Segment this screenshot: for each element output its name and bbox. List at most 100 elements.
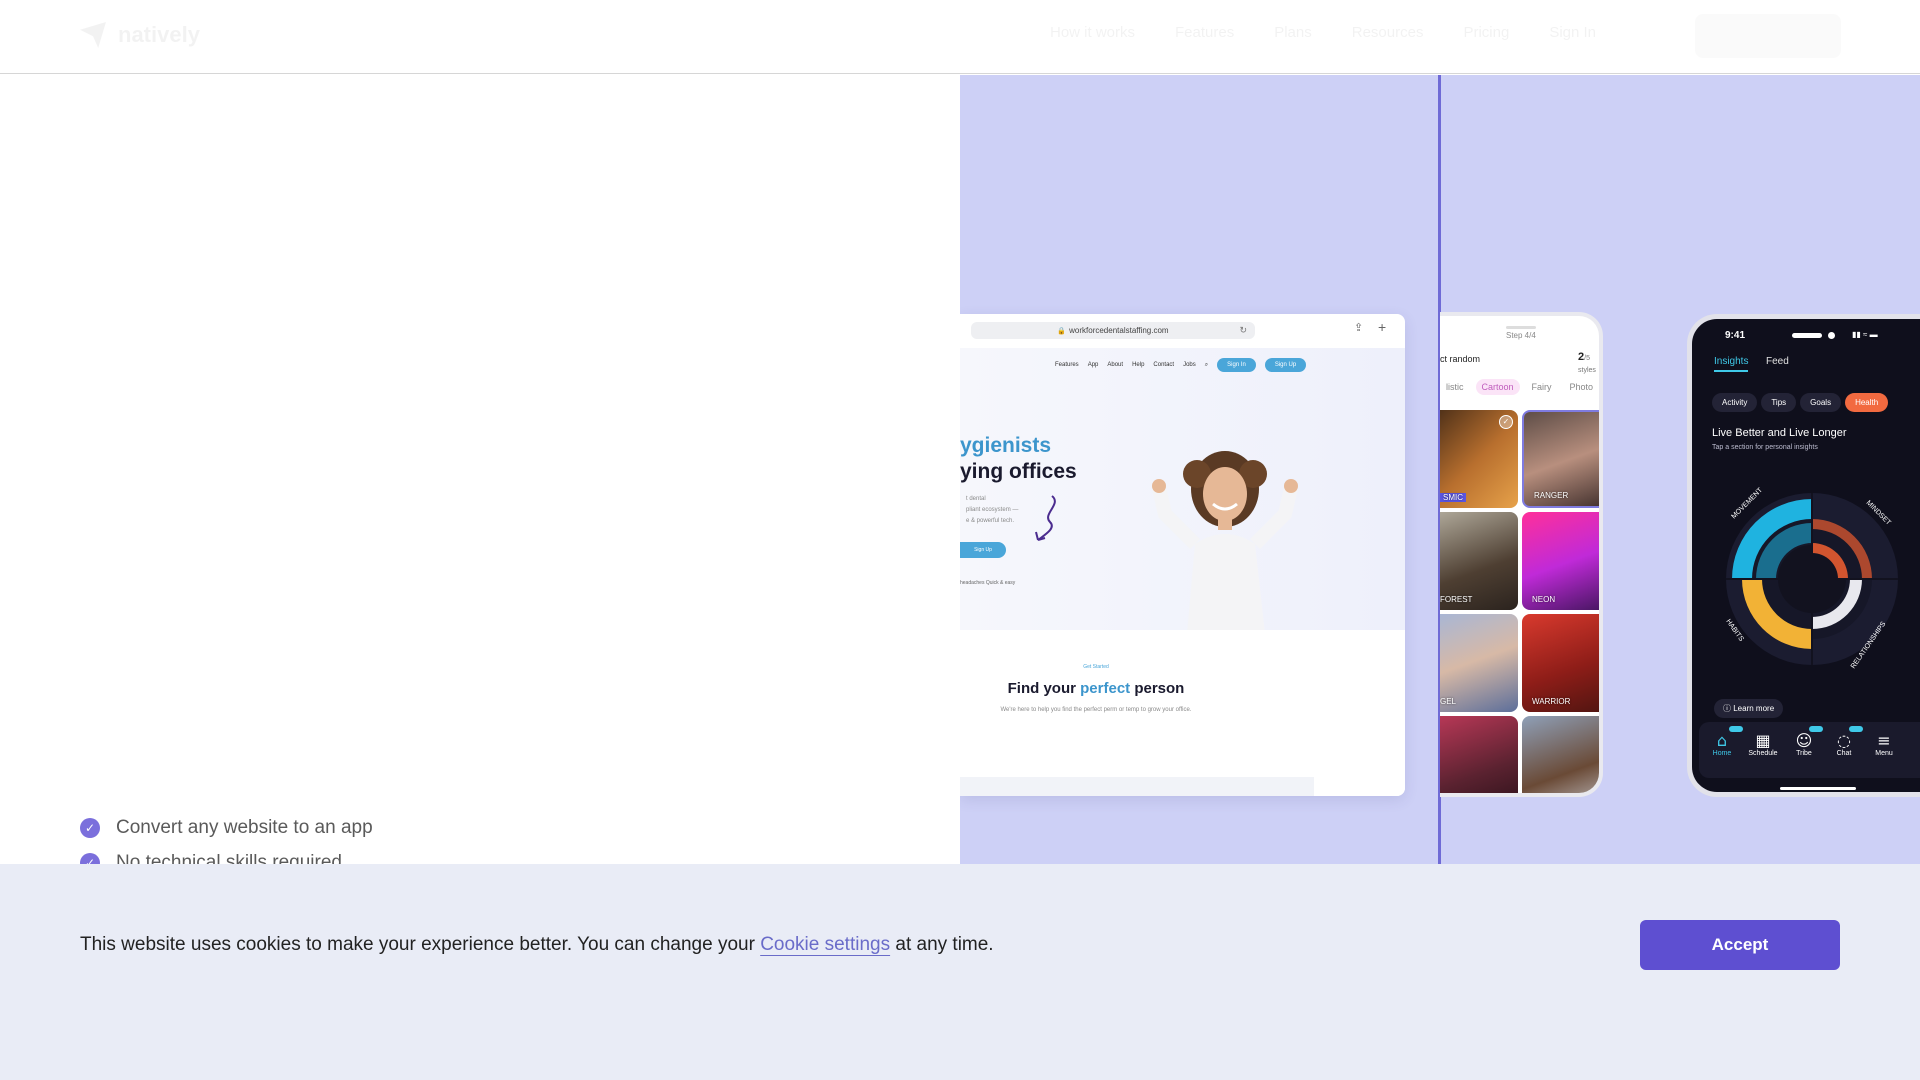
nav-item-resources[interactable]: Resources [1352, 24, 1424, 41]
tile-label: RANGER [1534, 491, 1569, 500]
cookie-text-after: at any time. [890, 934, 994, 955]
browser-url-bar: 🔒 workforcedentalstaffing.com ↻ [971, 322, 1255, 339]
reload-icon: ↻ [1239, 325, 1247, 335]
share-icon: ⇪ [1354, 322, 1364, 334]
site-title-line1: ygienists [960, 434, 1052, 457]
tile-label: SMIC [1440, 493, 1466, 502]
radial-wellness-chart: MOVEMENT MINDSET HABITS RELATIONSHIPS [1724, 486, 1898, 670]
site-desc-line: t dental [966, 496, 986, 502]
tab-insights: Insights [1714, 356, 1749, 372]
browser-mockup: 🔒 workforcedentalstaffing.com ↻ ⇪ + Featu… [960, 314, 1405, 796]
check-icon: ✓ [1599, 417, 1603, 431]
site-nav-item: About [1107, 362, 1124, 368]
style-tile: WARRIOR [1522, 614, 1599, 712]
style-count: 2/5 styles [1578, 351, 1599, 375]
home-icon: ⌂ [1716, 731, 1728, 750]
nav-item-how-it-works[interactable]: How it works [1050, 24, 1135, 41]
nav-item-features[interactable]: Features [1175, 24, 1234, 41]
check-icon: ✓ [80, 817, 100, 838]
signal-wifi-battery-icon: ▮▮ ≈ ▬ [1852, 330, 1878, 339]
learn-more-label: Learn more [1733, 704, 1775, 713]
nav-schedule: ▦ Schedule [1743, 732, 1783, 758]
woman-illustration [1152, 451, 1298, 634]
filter-health: Health [1845, 392, 1889, 412]
nav-menu: ≡ Menu [1864, 731, 1904, 758]
style-tab: listic [1446, 382, 1464, 392]
people-icon: ☺ [1795, 731, 1813, 750]
nav-item-pricing[interactable]: Pricing [1463, 24, 1509, 41]
accept-cookies-button[interactable]: Accept [1640, 920, 1840, 970]
style-tile: GEL [1440, 614, 1518, 712]
status-time: 9:41 [1725, 330, 1746, 341]
site-search-icon: ⌕ [1204, 361, 1209, 368]
header-cta-button[interactable] [1695, 14, 1841, 58]
site-nav-item: Features [1055, 362, 1079, 368]
health-title: Live Better and Live Longer [1712, 427, 1847, 439]
cookie-message: This website uses cookies to make your e… [80, 934, 994, 956]
style-tab-active: Cartoon [1475, 379, 1520, 395]
dynamic-island [1792, 333, 1822, 338]
check-icon: ✓ [1499, 415, 1513, 429]
tile-label: GEL [1440, 697, 1457, 706]
phone-styles-mockup: Step 4/4 × ct random 2/5 styles listic C… [1440, 312, 1603, 797]
logo[interactable]: natively [80, 22, 200, 48]
site-nav-item: App [1087, 362, 1099, 368]
cookie-settings-link[interactable]: Cookie settings [760, 934, 890, 955]
cookie-banner [0, 864, 1920, 1080]
nav-home-label: Home [1712, 750, 1732, 757]
nav-tribe: ☺ Tribe [1784, 731, 1824, 758]
learn-more-button: ⓘ Learn more [1714, 699, 1784, 718]
site-nav-item: Contact [1153, 362, 1175, 368]
health-subtitle: Tap a section for personal insights [1712, 444, 1818, 451]
nav-schedule-label: Schedule [1748, 750, 1778, 757]
step-indicator: Step 4/4 [1506, 331, 1536, 340]
site-title-line2: ying offices [960, 460, 1077, 483]
site-chips: headaches Quick & easy [960, 580, 1016, 586]
camera-dot [1828, 332, 1835, 339]
site-eyebrow: Get Started [1083, 664, 1109, 670]
tile-label: FOREST [1440, 595, 1473, 604]
site-section-title: Find your perfect person [960, 680, 1232, 697]
nav-item-sign-in[interactable]: Sign In [1549, 24, 1596, 41]
nav-menu-label: Menu [1875, 750, 1893, 757]
style-tile: FOREST [1440, 512, 1518, 610]
phone-tab-bar: ⌂ Home ▦ Schedule ☺ Tribe ◌ Chat ≡ Menu [1699, 722, 1920, 778]
site-section-subtitle: We're here to help you find the perfect … [1000, 707, 1192, 713]
main-nav: How it works Features Plans Resources Pr… [1050, 24, 1596, 41]
nav-tribe-label: Tribe [1796, 750, 1812, 757]
site-desc-line: e & powerful tech. [966, 518, 1015, 524]
style-tile [1440, 716, 1518, 793]
phone-health-mockup: 9:41 ▮▮ ≈ ▬ Insights Feed Activity Tips … [1687, 314, 1920, 797]
site-section: Get Started Find your perfect person We'… [960, 630, 1405, 796]
nav-chat: ◌ Chat [1824, 731, 1864, 758]
find-title-accent: perfect [1080, 680, 1131, 697]
site-hero: Features App About Help Contact Jobs ⌕ S… [960, 348, 1405, 634]
feature-item: ✓ Convert any website to an app [80, 810, 373, 845]
new-tab-icon: + [1378, 319, 1387, 335]
tile-label: NEON [1532, 595, 1556, 604]
style-tab: Photo [1569, 382, 1594, 392]
site-desc-line: pliant ecosystem — [966, 507, 1019, 513]
style-tabs: listic Cartoon Fairy Photo Ne [1440, 379, 1599, 395]
squiggle-arrow-icon [1035, 495, 1056, 541]
chat-icon: ◌ [1837, 731, 1851, 750]
site-strip [960, 777, 1314, 796]
notch [1506, 326, 1536, 329]
site-header: natively How it works Features Plans Res… [0, 0, 1920, 74]
nav-home: ⌂ Home [1702, 731, 1742, 758]
nav-chat-label: Chat [1836, 750, 1852, 757]
browser-url: workforcedentalstaffing.com [1069, 326, 1169, 335]
cookie-text-before: This website uses cookies to make your e… [80, 934, 761, 955]
filter-tips: Tips [1761, 392, 1797, 412]
nav-item-plans[interactable]: Plans [1274, 24, 1312, 41]
style-tile: NEON [1522, 512, 1599, 610]
filter-activity: Activity [1712, 392, 1758, 412]
style-tile: ✓ SMIC [1440, 410, 1518, 508]
menu-icon: ≡ [1877, 731, 1891, 750]
lock-icon: 🔒 [1057, 328, 1067, 335]
style-tile: ✓ RANGER [1522, 410, 1603, 508]
hero-showcase: 🔒 workforcedentalstaffing.com ↻ ⇪ + Featu… [960, 75, 1920, 865]
logo-icon [80, 22, 106, 48]
style-tab: Fairy [1531, 382, 1552, 392]
info-icon: ⓘ [1723, 704, 1734, 713]
